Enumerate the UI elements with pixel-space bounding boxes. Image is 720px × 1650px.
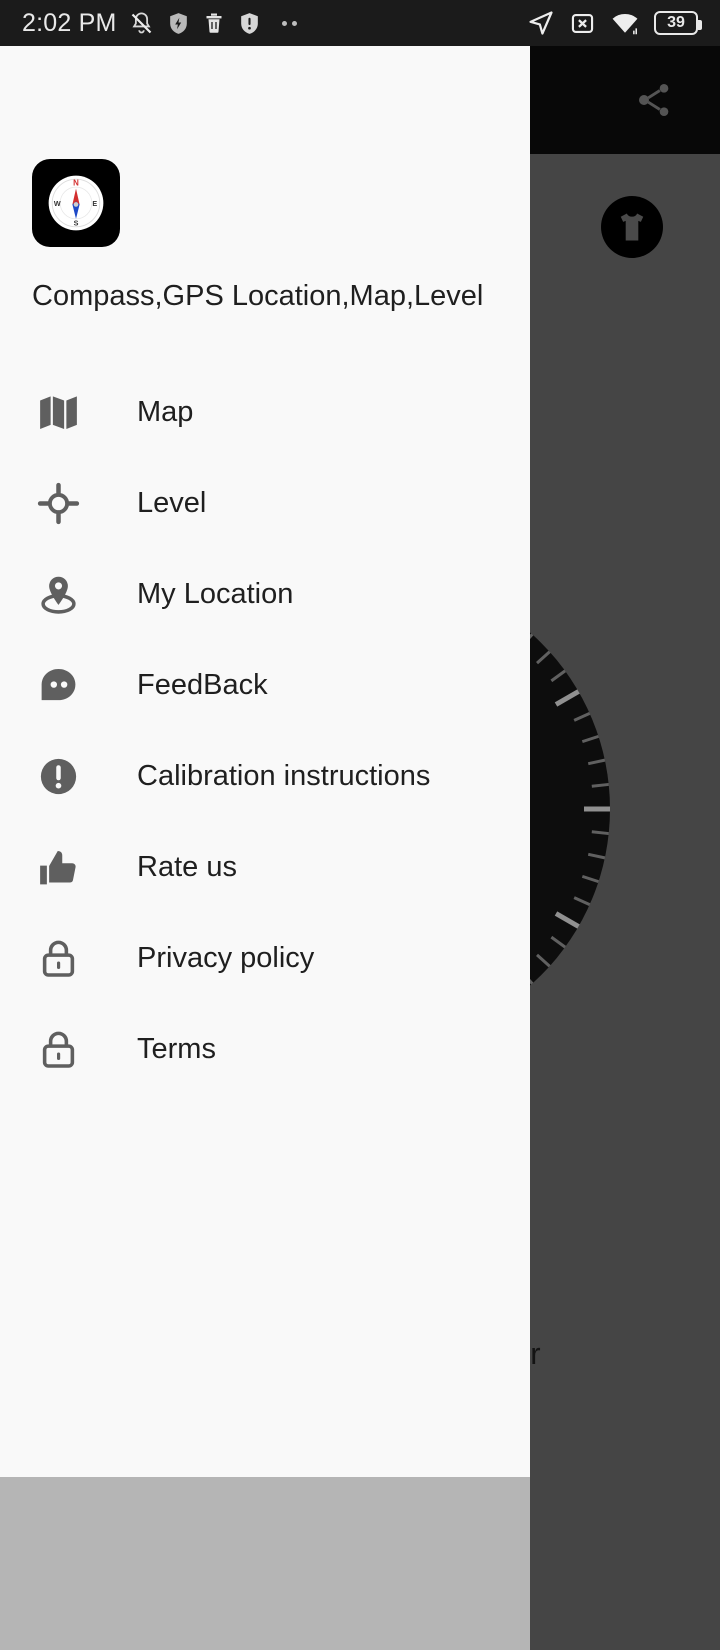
speech-bubble-icon xyxy=(32,660,84,712)
drawer-item-label: Rate us xyxy=(137,851,237,883)
overflow-dots-icon xyxy=(281,20,297,26)
location-arrow-icon xyxy=(529,11,553,35)
battery-level-label: 39 xyxy=(667,14,685,31)
exclamation-circle-icon xyxy=(32,751,84,803)
drawer-bottom-bar xyxy=(0,1477,530,1650)
thumbs-up-icon xyxy=(32,842,84,894)
battery-icon: 39 xyxy=(654,11,702,35)
navigation-drawer: N S E W Compass,GPS Location,Map,Level M… xyxy=(0,46,530,1477)
drawer-item-label: Privacy policy xyxy=(137,942,315,974)
drawer-item-feedback[interactable]: FeedBack xyxy=(0,640,530,731)
status-bar-left: 2:02 PM xyxy=(22,9,297,38)
drawer-item-map[interactable]: Map xyxy=(0,367,530,458)
share-button[interactable] xyxy=(626,72,682,128)
drawer-item-label: Level xyxy=(137,487,207,519)
status-bar: 2:02 PM 39 xyxy=(0,0,720,46)
drawer-item-rate-us[interactable]: Rate us xyxy=(0,822,530,913)
app-title: Compass,GPS Location,Map,Level xyxy=(32,280,484,312)
theme-button[interactable] xyxy=(601,196,663,258)
location-pin-icon xyxy=(32,569,84,621)
drawer-item-calibration-instructions[interactable]: Calibration instructions xyxy=(0,731,530,822)
status-bar-right: 39 xyxy=(527,9,702,37)
crosshair-icon xyxy=(32,478,84,530)
wifi-icon xyxy=(612,13,638,35)
status-clock: 2:02 PM xyxy=(22,8,117,37)
tshirt-icon xyxy=(620,213,644,241)
drawer-item-terms[interactable]: Terms xyxy=(0,1004,530,1095)
lock-icon xyxy=(32,933,84,985)
share-icon xyxy=(639,84,669,116)
compass-icon: N S E W xyxy=(48,175,104,231)
svg-text:N: N xyxy=(73,179,79,188)
drawer-item-label: Calibration instructions xyxy=(137,760,431,792)
shield-alert-icon xyxy=(240,12,258,34)
drawer-item-privacy-policy[interactable]: Privacy policy xyxy=(0,913,530,1004)
drawer-item-label: My Location xyxy=(137,578,294,610)
drawer-item-label: Terms xyxy=(137,1033,216,1065)
drawer-item-level[interactable]: Level xyxy=(0,458,530,549)
svg-text:S: S xyxy=(74,218,79,227)
map-icon xyxy=(32,387,84,439)
shield-bolt-icon xyxy=(169,12,187,34)
drawer-item-my-location[interactable]: My Location xyxy=(0,549,530,640)
trash-icon xyxy=(206,13,222,33)
drawer-item-label: FeedBack xyxy=(137,669,268,701)
sim-off-icon xyxy=(571,13,594,33)
drawer-menu: Map Level My Location FeedBack Calibrati… xyxy=(0,367,530,1095)
bell-muted-icon xyxy=(131,11,151,33)
compass-app-icon: N S E W xyxy=(32,159,120,247)
svg-text:W: W xyxy=(54,199,61,208)
drawer-header: N S E W Compass,GPS Location,Map,Level xyxy=(0,46,530,313)
svg-text:E: E xyxy=(92,199,97,208)
lock-icon xyxy=(32,1024,84,1076)
drawer-item-label: Map xyxy=(137,396,194,428)
